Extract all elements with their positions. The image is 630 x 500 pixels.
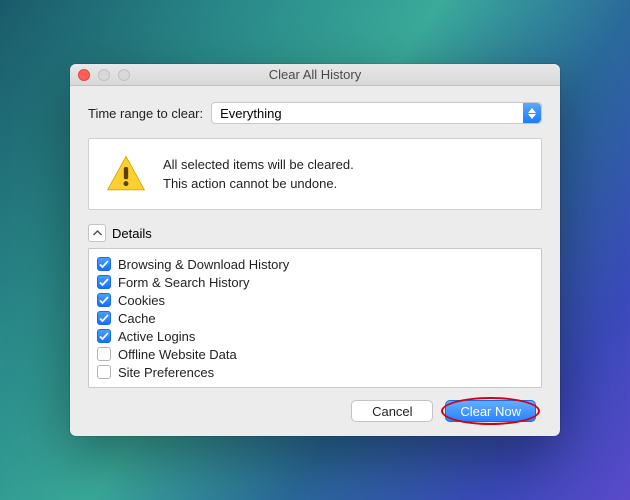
time-range-select[interactable]: Everything bbox=[211, 102, 542, 124]
details-item-label: Active Logins bbox=[118, 329, 195, 344]
clear-now-button[interactable]: Clear Now bbox=[445, 400, 536, 422]
dialog-window: Clear All History Time range to clear: E… bbox=[70, 64, 560, 436]
details-item[interactable]: Offline Website Data bbox=[97, 345, 533, 363]
minimize-window-button[interactable] bbox=[98, 69, 110, 81]
warning-line-2: This action cannot be undone. bbox=[163, 174, 354, 194]
details-item-label: Site Preferences bbox=[118, 365, 214, 380]
time-range-row: Time range to clear: Everything bbox=[88, 102, 542, 124]
details-disclosure-button[interactable] bbox=[88, 224, 106, 242]
dialog-content: Time range to clear: Everything All sele… bbox=[70, 86, 560, 436]
details-item-label: Cache bbox=[118, 311, 156, 326]
details-item[interactable]: Site Preferences bbox=[97, 363, 533, 381]
time-range-label: Time range to clear: bbox=[88, 106, 203, 121]
titlebar: Clear All History bbox=[70, 64, 560, 86]
details-item-label: Cookies bbox=[118, 293, 165, 308]
warning-icon bbox=[105, 153, 147, 195]
details-item-label: Offline Website Data bbox=[118, 347, 237, 362]
details-item[interactable]: Cache bbox=[97, 309, 533, 327]
cancel-button[interactable]: Cancel bbox=[351, 400, 433, 422]
warning-line-1: All selected items will be cleared. bbox=[163, 155, 354, 175]
warning-panel: All selected items will be cleared. This… bbox=[88, 138, 542, 210]
checkbox[interactable] bbox=[97, 365, 111, 379]
details-item-label: Form & Search History bbox=[118, 275, 249, 290]
details-item[interactable]: Browsing & Download History bbox=[97, 255, 533, 273]
checkbox[interactable] bbox=[97, 257, 111, 271]
traffic-lights bbox=[78, 69, 130, 81]
checkbox[interactable] bbox=[97, 293, 111, 307]
time-range-value: Everything bbox=[220, 106, 281, 121]
select-stepper-icon bbox=[523, 103, 541, 123]
close-window-button[interactable] bbox=[78, 69, 90, 81]
window-title: Clear All History bbox=[70, 67, 560, 82]
clear-now-button-label: Clear Now bbox=[460, 404, 521, 419]
details-item[interactable]: Active Logins bbox=[97, 327, 533, 345]
button-row: Cancel Clear Now bbox=[88, 400, 542, 422]
details-item[interactable]: Form & Search History bbox=[97, 273, 533, 291]
cancel-button-label: Cancel bbox=[372, 404, 412, 419]
checkbox[interactable] bbox=[97, 275, 111, 289]
details-list: Browsing & Download History Form & Search… bbox=[88, 248, 542, 388]
details-item-label: Browsing & Download History bbox=[118, 257, 289, 272]
details-label: Details bbox=[112, 226, 152, 241]
details-item[interactable]: Cookies bbox=[97, 291, 533, 309]
checkbox[interactable] bbox=[97, 347, 111, 361]
chevron-up-icon bbox=[93, 230, 102, 236]
details-header: Details bbox=[88, 224, 542, 242]
warning-text: All selected items will be cleared. This… bbox=[163, 155, 354, 194]
checkbox[interactable] bbox=[97, 311, 111, 325]
maximize-window-button[interactable] bbox=[118, 69, 130, 81]
checkbox[interactable] bbox=[97, 329, 111, 343]
